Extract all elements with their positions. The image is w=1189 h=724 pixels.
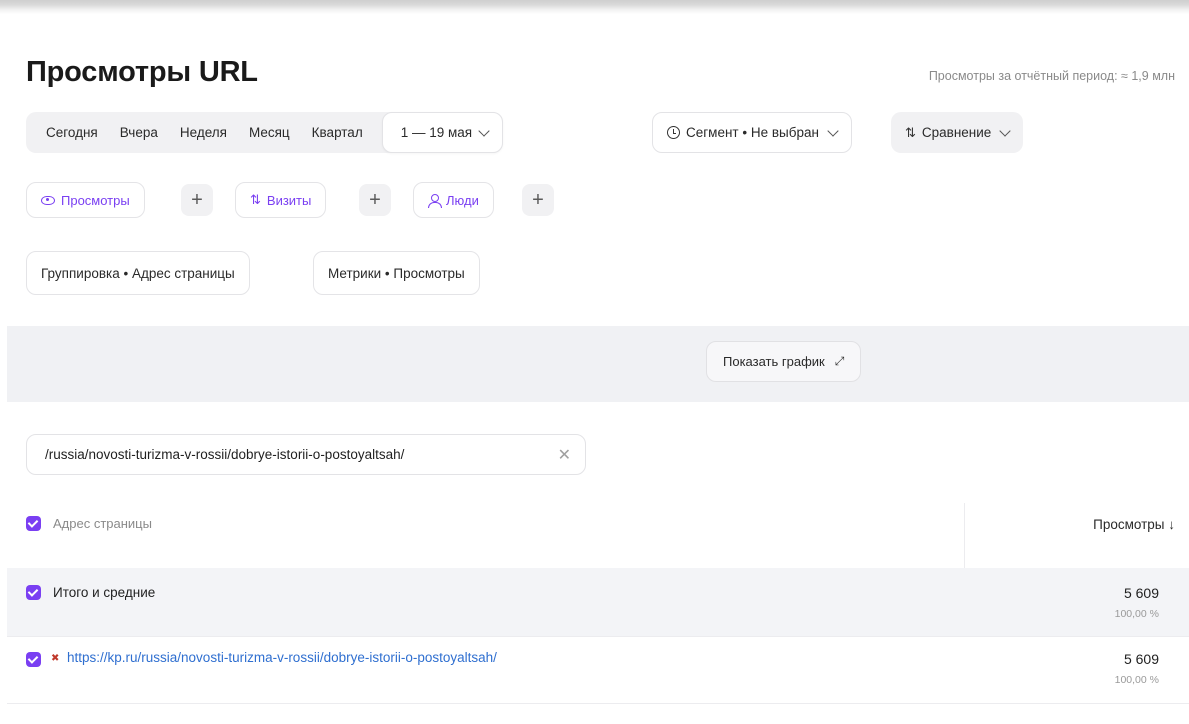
column-header-url[interactable]: Адрес страницы (53, 516, 152, 531)
clock-icon (667, 126, 680, 139)
row-divider (7, 636, 1189, 637)
segment-dropdown[interactable]: Сегмент • Не выбран (652, 112, 852, 153)
table-header (7, 503, 1189, 568)
visits-icon: ⇅ (250, 192, 261, 207)
show-chart-label: Показать график (723, 354, 825, 369)
total-views-percent: 100,00 % (1114, 608, 1159, 620)
period-selector: Сегодня Вчера Неделя Месяц Квартал 1 — 1… (26, 112, 504, 153)
total-row-checkbox[interactable] (26, 585, 41, 600)
metric-chip-people[interactable]: Люди (413, 182, 494, 218)
column-header-views[interactable]: Просмотры ↓ (1093, 517, 1175, 532)
select-all-checkbox[interactable] (26, 516, 41, 531)
segment-label: Сегмент • Не выбран (686, 125, 819, 140)
chevron-down-icon (999, 124, 1011, 137)
expand-icon: ⤢ (834, 354, 845, 368)
metric-chip-views[interactable]: Просмотры (26, 182, 145, 218)
chart-area (7, 326, 1189, 402)
chevron-down-icon (827, 124, 839, 137)
row-views-value: 5 609 (1123, 651, 1159, 667)
window-top-shadow (0, 0, 1189, 14)
add-views-metric-button[interactable]: + (181, 184, 213, 216)
period-week-button[interactable]: Неделя (169, 112, 238, 153)
metric-chip-visits[interactable]: ⇅ Визиты (235, 182, 327, 218)
period-views-stat: Просмотры за отчётный период: ≈ 1,9 млн (928, 69, 1175, 83)
row-divider (7, 703, 1189, 704)
page-title: Просмотры URL (26, 56, 258, 88)
grouping-button[interactable]: Группировка • Адрес страницы (26, 251, 250, 295)
period-quarter-button[interactable]: Квартал (301, 112, 374, 153)
compare-icon: ⇅ (905, 124, 916, 140)
compare-dropdown[interactable]: ⇅ Сравнение (891, 112, 1024, 153)
period-today-button[interactable]: Сегодня (26, 112, 109, 153)
chevron-down-icon (478, 124, 490, 137)
show-chart-button[interactable]: Показать график ⤢ (706, 341, 862, 382)
date-range-dropdown[interactable]: 1 — 19 мая (381, 112, 504, 153)
person-icon (428, 193, 442, 208)
table-row-url-link[interactable]: https://kp.ru/russia/novosti-turizma-v-r… (67, 650, 497, 665)
row-views-percent: 100,00 % (1114, 674, 1159, 686)
site-favicon-icon: ✖ (51, 653, 60, 664)
metric-chip-label: Визиты (266, 192, 312, 208)
filter-value: /russia/novosti-turizma-v-rossii/dobrye-… (45, 447, 405, 462)
compare-label: Сравнение (921, 125, 992, 140)
period-month-button[interactable]: Месяц (238, 112, 301, 153)
metric-chip-label: Просмотры (61, 192, 130, 208)
total-row-label: Итого и средние (53, 585, 156, 600)
eye-icon (41, 195, 55, 205)
add-visits-metric-button[interactable]: + (359, 184, 391, 216)
add-people-metric-button[interactable]: + (522, 184, 554, 216)
url-filter-input[interactable]: /russia/novosti-turizma-v-rossii/dobrye-… (26, 434, 586, 475)
date-range-label: 1 — 19 мая (400, 125, 473, 140)
total-views-value: 5 609 (1123, 585, 1159, 601)
table-row-total (7, 568, 1189, 636)
clear-filter-icon[interactable]: ✕ (558, 445, 571, 465)
period-yesterday-button[interactable]: Вчера (109, 112, 169, 153)
metric-chip-label: Люди (446, 192, 479, 208)
column-divider (964, 503, 965, 568)
metrics-button[interactable]: Метрики • Просмотры (313, 251, 480, 295)
table-row-checkbox[interactable] (26, 652, 41, 667)
